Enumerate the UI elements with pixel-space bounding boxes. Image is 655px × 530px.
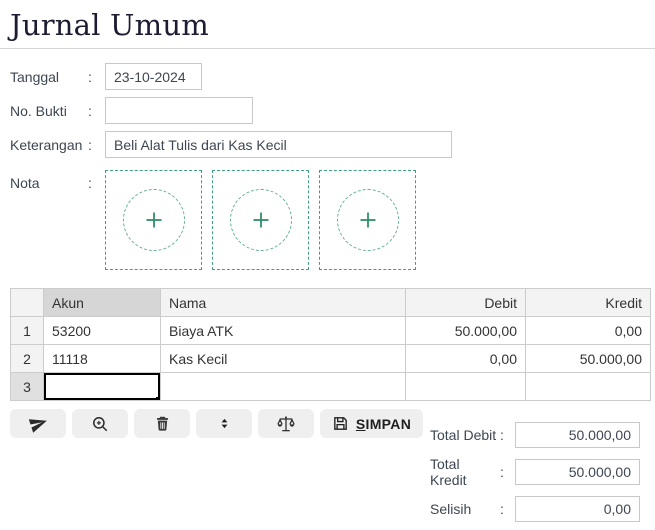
row-header-2[interactable]: 2 <box>10 344 44 373</box>
upload-circle <box>122 189 185 251</box>
selisih-colon: : <box>500 501 504 517</box>
column-header-akun[interactable]: Akun <box>43 288 161 317</box>
journal-grid: Akun Nama Debit Kredit 1 53200 Biaya ATK… <box>10 288 651 401</box>
column-header-debit[interactable]: Debit <box>405 288 526 317</box>
grid-row-3: 3 <box>10 372 651 401</box>
selection-fill-handle[interactable] <box>156 397 160 400</box>
plus-icon <box>360 212 375 228</box>
grid-row-2: 2 11118 Kas Kecil 0,00 50.000,00 <box>10 344 651 373</box>
cell-akun-2[interactable]: 11118 <box>43 344 161 373</box>
selisih-input <box>515 496 640 522</box>
simpan-button[interactable]: SIMPAN <box>320 409 423 438</box>
cell-debit-1[interactable]: 50.000,00 <box>405 316 526 345</box>
cell-kredit-1[interactable]: 0,00 <box>525 316 651 345</box>
plus-icon <box>253 212 268 228</box>
total-debit-row: Total Debit : <box>430 422 640 448</box>
nota-upload-group <box>105 170 416 270</box>
plus-icon <box>146 212 161 228</box>
cell-debit-2[interactable]: 0,00 <box>405 344 526 373</box>
tanggal-colon: : <box>88 68 92 85</box>
total-debit-label: Total Debit <box>430 427 497 443</box>
cell-nama-1[interactable]: Biaya ATK <box>160 316 406 345</box>
no-bukti-colon: : <box>88 102 92 119</box>
cell-kredit-2[interactable]: 50.000,00 <box>525 344 651 373</box>
total-kredit-row: Total Kredit : <box>430 456 640 488</box>
nota-label: Nota <box>10 175 40 191</box>
keterangan-colon: : <box>88 136 92 153</box>
tanggal-input[interactable] <box>105 63 202 90</box>
keterangan-label: Keterangan <box>10 136 83 153</box>
nota-colon: : <box>88 175 92 191</box>
cell-nama-3[interactable] <box>160 372 406 401</box>
form-row-no-bukti: No. Bukti : <box>10 97 645 124</box>
zoom-button[interactable] <box>72 409 128 438</box>
delete-row-button[interactable] <box>134 409 190 438</box>
title-divider <box>0 48 655 49</box>
bottom-section: SIMPAN Total Debit : Total Kredit : Seli… <box>10 409 645 530</box>
tanggal-label: Tanggal <box>10 68 60 85</box>
sort-vertical-icon <box>221 418 227 429</box>
no-bukti-input[interactable] <box>105 97 253 124</box>
cell-akun-1[interactable]: 53200 <box>43 316 161 345</box>
total-kredit-colon: : <box>500 464 504 480</box>
paper-plane-icon <box>28 419 47 433</box>
toolbar: SIMPAN <box>10 409 423 438</box>
upload-circle <box>336 189 399 251</box>
sort-button[interactable] <box>196 409 252 438</box>
total-kredit-label: Total Kredit <box>430 456 467 488</box>
cell-akun-3-selected[interactable] <box>43 372 161 401</box>
zoom-in-icon <box>93 416 108 431</box>
form-row-nota: Nota : <box>10 170 645 270</box>
cell-kredit-3[interactable] <box>525 372 651 401</box>
balance-button[interactable] <box>258 409 314 438</box>
cell-nama-2[interactable]: Kas Kecil <box>160 344 406 373</box>
simpan-label: SIMPAN <box>355 415 412 432</box>
grid-row-1: 1 53200 Biaya ATK 50.000,00 0,00 <box>10 316 651 345</box>
total-debit-colon: : <box>500 427 504 443</box>
row-header-1[interactable]: 1 <box>10 316 44 345</box>
column-header-nama[interactable]: Nama <box>160 288 406 317</box>
floppy-disk-icon <box>334 417 347 430</box>
form-row-keterangan: Keterangan : <box>10 131 645 158</box>
cell-debit-3[interactable] <box>405 372 526 401</box>
grid-header-row: Akun Nama Debit Kredit <box>10 288 651 317</box>
nota-upload-slot-3[interactable] <box>319 170 416 270</box>
upload-circle <box>229 189 292 251</box>
form-row-tanggal: Tanggal : <box>10 63 645 90</box>
total-debit-input <box>515 422 640 448</box>
jurnal-umum-page: Jurnal Umum Tanggal : No. Bukti : Ketera… <box>0 0 655 530</box>
total-kredit-input <box>515 459 640 485</box>
row-header-3[interactable]: 3 <box>10 372 44 401</box>
trash-icon <box>156 416 168 431</box>
selisih-label: Selisih <box>430 501 472 517</box>
send-button[interactable] <box>10 409 66 438</box>
page-title: Jurnal Umum <box>10 8 209 42</box>
balance-scale-icon <box>277 415 295 431</box>
grid-corner-header[interactable] <box>10 288 44 317</box>
no-bukti-label: No. Bukti <box>10 102 67 119</box>
totals-section: Total Debit : Total Kredit : Selisih : <box>430 422 640 530</box>
selisih-row: Selisih : <box>430 496 640 522</box>
keterangan-input[interactable] <box>105 131 452 158</box>
nota-upload-slot-1[interactable] <box>105 170 202 270</box>
column-header-kredit[interactable]: Kredit <box>525 288 651 317</box>
nota-upload-slot-2[interactable] <box>212 170 309 270</box>
